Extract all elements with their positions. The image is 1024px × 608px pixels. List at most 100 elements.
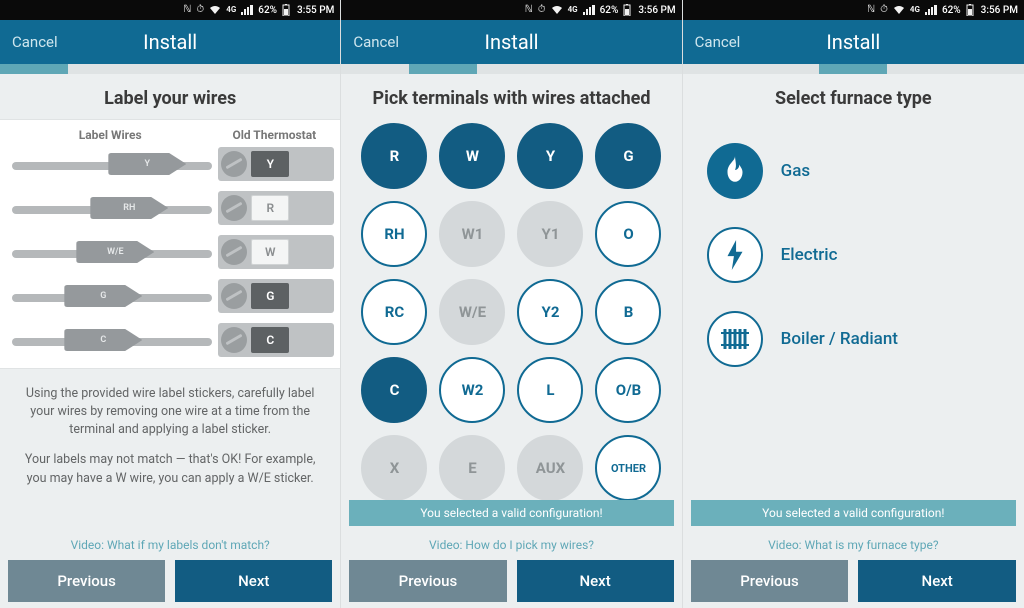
signal-icon	[583, 5, 595, 15]
next-button[interactable]: Next	[175, 560, 332, 602]
terminal-chip: R	[251, 195, 289, 221]
terminal-w2[interactable]: W2	[439, 357, 505, 423]
furnace-option-boiler[interactable]: Boiler / Radiant	[707, 297, 1000, 381]
wire-tag: RH	[90, 197, 168, 219]
status-time: 3:56 PM	[638, 5, 675, 16]
video-link[interactable]: Video: What if my labels don't match?	[0, 538, 340, 552]
wifi-icon	[551, 5, 563, 15]
wifi-icon	[893, 5, 905, 15]
terminal-rc[interactable]: RC	[361, 279, 427, 345]
terminal-l[interactable]: L	[517, 357, 583, 423]
progress-strip	[683, 64, 1024, 74]
progress-strip	[341, 64, 681, 74]
terminal-other[interactable]: OTHER	[595, 435, 661, 501]
valid-config-banner: You selected a valid configuration!	[691, 500, 1016, 526]
video-link[interactable]: Video: What is my furnace type?	[683, 538, 1024, 552]
nfc-icon: ℕ	[867, 5, 875, 15]
cancel-button[interactable]: Cancel	[0, 33, 70, 51]
screw-icon	[221, 239, 247, 265]
battery-icon	[966, 4, 974, 16]
status-time: 3:55 PM	[297, 5, 334, 16]
battery-icon	[282, 4, 290, 16]
alarm-icon: ⏱	[196, 5, 204, 15]
page-heading: Select furnace type	[683, 74, 1024, 119]
appbar: Cancel Install	[683, 20, 1024, 64]
lte-icon: 4G	[910, 6, 920, 14]
terminal-y2[interactable]: Y2	[517, 279, 583, 345]
terminal-x[interactable]: X	[361, 435, 427, 501]
col-header-thermostat: Old Thermostat	[214, 128, 334, 142]
furnace-option-gas[interactable]: Gas	[707, 129, 1000, 213]
screw-icon	[221, 327, 247, 353]
alarm-icon: ⏱	[880, 5, 888, 15]
wire-row: Y Y	[6, 142, 334, 186]
video-link[interactable]: Video: How do I pick my wires?	[341, 538, 681, 552]
terminal-e[interactable]: E	[439, 435, 505, 501]
battery-icon	[623, 4, 631, 16]
terminal-aux[interactable]: AUX	[517, 435, 583, 501]
alarm-icon: ⏱	[538, 5, 546, 15]
terminal-chip: W	[251, 239, 289, 265]
lte-icon: 4G	[226, 6, 236, 14]
terminal-ob[interactable]: O/B	[595, 357, 661, 423]
status-bar: ℕ ⏱ 4G 62% 3:56 PM	[341, 0, 681, 20]
wire-tag: W/E	[76, 241, 154, 263]
terminal-chip: G	[251, 283, 289, 309]
next-button[interactable]: Next	[517, 560, 674, 602]
wire-row: RH R	[6, 186, 334, 230]
previous-button[interactable]: Previous	[691, 560, 849, 602]
furnace-option-electric[interactable]: Electric	[707, 213, 1000, 297]
terminal-rh[interactable]: RH	[361, 201, 427, 267]
appbar-title: Install	[143, 30, 197, 54]
furnace-type-list: Gas Electric Boiler / Radiant	[683, 119, 1024, 381]
terminal-b[interactable]: B	[595, 279, 661, 345]
col-header-label: Label Wires	[6, 128, 214, 142]
signal-icon	[241, 5, 253, 15]
terminal-y[interactable]: Y	[517, 123, 583, 189]
terminal-c[interactable]: C	[361, 357, 427, 423]
bolt-icon	[723, 240, 747, 270]
wire-diagram: Label Wires Old Thermostat Y Y RH R W/E …	[0, 119, 340, 369]
flame-icon	[721, 156, 749, 186]
previous-button[interactable]: Previous	[8, 560, 165, 602]
wire-row: G G	[6, 274, 334, 318]
page-heading: Pick terminals with wires attached	[341, 74, 681, 119]
terminal-w1[interactable]: W1	[439, 201, 505, 267]
terminal-o[interactable]: O	[595, 201, 661, 267]
wire-tag: C	[64, 329, 142, 351]
next-button[interactable]: Next	[858, 560, 1016, 602]
wire-row: W/E W	[6, 230, 334, 274]
cancel-button[interactable]: Cancel	[341, 33, 411, 51]
battery-pct: 62%	[942, 5, 961, 16]
battery-pct: 62%	[600, 5, 619, 16]
screen-label-wires: ℕ ⏱ 4G 62% 3:55 PM Cancel Install Label …	[0, 0, 341, 608]
screw-icon	[221, 283, 247, 309]
screen-furnace-type: ℕ ⏱ 4G 62% 3:56 PM Cancel Install Select…	[683, 0, 1024, 608]
terminal-w[interactable]: W	[439, 123, 505, 189]
previous-button[interactable]: Previous	[349, 560, 506, 602]
instruction-para: Your labels may not match — that's OK! F…	[18, 451, 322, 487]
status-time: 3:56 PM	[981, 5, 1018, 16]
screw-icon	[221, 151, 247, 177]
instruction-para: Using the provided wire label stickers, …	[18, 385, 322, 439]
wire-tag: G	[64, 285, 142, 307]
terminal-we[interactable]: W/E	[439, 279, 505, 345]
cancel-button[interactable]: Cancel	[683, 33, 753, 51]
status-bar: ℕ ⏱ 4G 62% 3:55 PM	[0, 0, 340, 20]
furnace-label: Electric	[781, 245, 838, 265]
terminal-chip: Y	[251, 151, 289, 177]
nfc-icon: ℕ	[183, 5, 191, 15]
page-heading: Label your wires	[0, 74, 340, 119]
wifi-icon	[209, 5, 221, 15]
terminal-g[interactable]: G	[595, 123, 661, 189]
wire-tag: Y	[108, 153, 186, 175]
terminal-y1[interactable]: Y1	[517, 201, 583, 267]
instruction-text: Using the provided wire label stickers, …	[0, 369, 340, 512]
screen-pick-terminals: ℕ ⏱ 4G 62% 3:56 PM Cancel Install Pick t…	[341, 0, 682, 608]
terminal-r[interactable]: R	[361, 123, 427, 189]
nfc-icon: ℕ	[525, 5, 533, 15]
terminal-chip: C	[251, 327, 289, 353]
appbar: Cancel Install	[341, 20, 681, 64]
progress-strip	[0, 64, 340, 74]
appbar-title: Install	[826, 30, 880, 54]
